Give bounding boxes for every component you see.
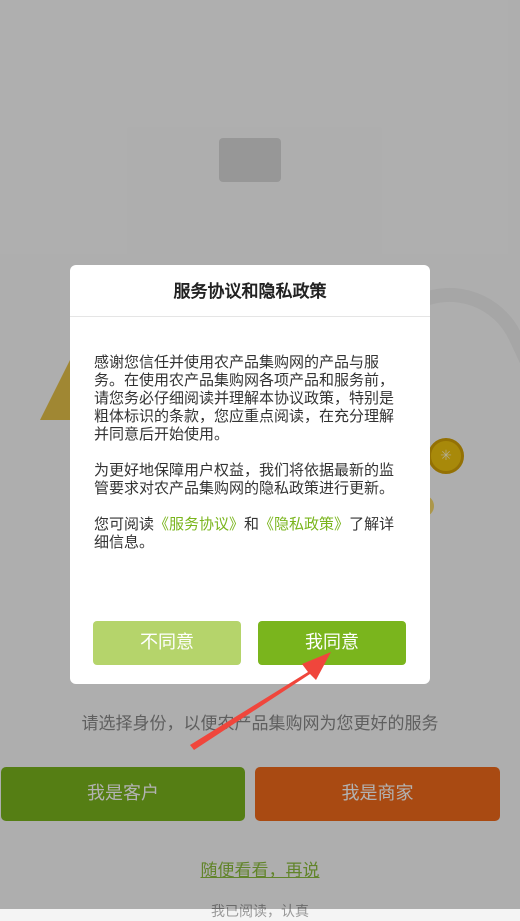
intro-text-continued: 请您务必仔细阅读并理解本协议政策，特别是粗体标识的条款，您应重点阅读，在充分理解… — [94, 389, 395, 443]
links-paragraph: 您可阅读《服务协议》和《隐私政策》了解详细信息。 — [94, 515, 406, 551]
dialog-title: 服务协议和隐私政策 — [70, 265, 430, 317]
links-prefix: 您可阅读 — [94, 515, 155, 533]
intro-paragraph: 感谢您信任并使用农产品集购网的产品与服务。在使用农产品集购网各项产品和服务前， … — [94, 353, 406, 443]
pointer-arrow-icon — [190, 652, 331, 750]
privacy-policy-link[interactable]: 《隐私政策》 — [259, 515, 349, 533]
service-agreement-link[interactable]: 《服务协议》 — [154, 515, 244, 533]
privacy-dialog: 服务协议和隐私政策 感谢您信任并使用农产品集购网的产品与服务。在使用农产品集购网… — [70, 265, 430, 684]
intro-text: 感谢您信任并使用农产品集购网的产品与服务。在使用农产品集购网各项产品和服务前， — [94, 353, 395, 389]
update-paragraph: 为更好地保障用户权益，我们将依据最新的监管要求对农产品集购网的隐私政策进行更新。 — [94, 461, 395, 497]
dialog-body: 感谢您信任并使用农产品集购网的产品与服务。在使用农产品集购网各项产品和服务前， … — [70, 317, 430, 551]
links-and: 和 — [244, 515, 260, 533]
